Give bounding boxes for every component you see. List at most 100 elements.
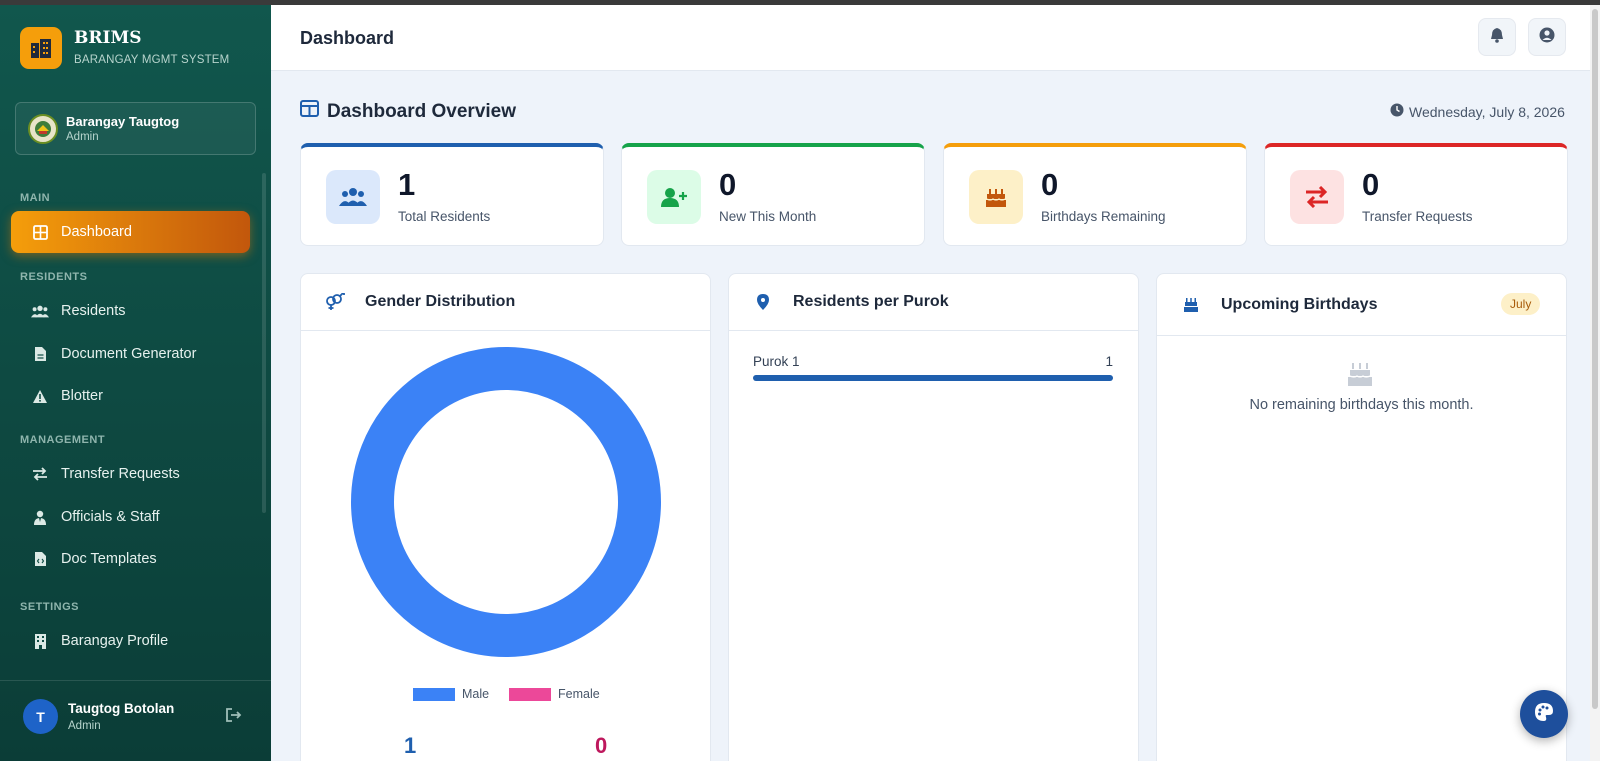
sidebar-item-label: Dashboard xyxy=(61,224,132,240)
stat-value: 0 xyxy=(719,167,737,202)
gender-distribution-panel: Gender Distribution Male Female 1 0 xyxy=(300,273,711,761)
legend-male[interactable]: Male xyxy=(413,687,489,701)
sidebar-item-label: Residents xyxy=(61,303,126,319)
sidebar-item-doc-templates[interactable]: Doc Templates xyxy=(11,538,250,580)
female-count: 0 xyxy=(595,733,608,758)
notifications-button[interactable] xyxy=(1478,18,1516,56)
overview-date: Wednesday, July 8, 2026 xyxy=(1390,103,1565,120)
nav-section-residents: RESIDENTS xyxy=(20,271,88,283)
theme-palette-button[interactable] xyxy=(1520,690,1568,738)
date-text: Wednesday, July 8, 2026 xyxy=(1409,103,1565,120)
user-role: Admin xyxy=(68,720,101,732)
org-card[interactable]: Barangay Taugtog Admin xyxy=(15,102,256,155)
stat-card-birthdays-remaining[interactable]: 0 Birthdays Remaining xyxy=(943,143,1247,246)
sidebar-item-barangay-profile[interactable]: Barangay Profile xyxy=(11,620,250,662)
nav-section-main: MAIN xyxy=(20,192,51,204)
grid-icon xyxy=(31,223,49,241)
users-icon xyxy=(31,302,49,320)
users-icon xyxy=(326,170,380,224)
scrollbar-thumb[interactable] xyxy=(1592,9,1598,709)
avatar[interactable]: T xyxy=(23,699,58,734)
gender-donut-chart xyxy=(351,347,661,657)
grid-icon xyxy=(300,100,319,123)
sidebar-item-label: Document Generator xyxy=(61,346,197,362)
warning-icon xyxy=(31,387,49,405)
brand-title: BRIMS xyxy=(74,28,142,48)
page-scrollbar[interactable] xyxy=(1590,5,1600,761)
top-header: Dashboard xyxy=(271,5,1600,71)
legend-swatch-male xyxy=(413,687,455,701)
profile-button[interactable] xyxy=(1528,18,1566,56)
building-icon xyxy=(31,632,49,650)
sidebar-item-dashboard[interactable]: Dashboard xyxy=(11,211,250,253)
empty-state-text: No remaining birthdays this month. xyxy=(1249,397,1474,413)
sidebar-item-label: Transfer Requests xyxy=(61,466,180,482)
stat-card-new-this-month[interactable]: 0 New This Month xyxy=(621,143,925,246)
clock-icon xyxy=(1390,103,1404,120)
logout-icon[interactable] xyxy=(225,707,245,727)
stat-card-total-residents[interactable]: 1 Total Residents xyxy=(300,143,604,246)
sidebar: BRIMS BARANGAY MGMT SYSTEM Barangay Taug… xyxy=(0,5,271,761)
purok-count: 1 xyxy=(1105,354,1113,369)
user-tie-icon xyxy=(31,508,49,526)
purok-row[interactable]: Purok 1 1 xyxy=(753,354,1113,381)
cake-icon xyxy=(969,170,1023,224)
sidebar-item-transfer-requests[interactable]: Transfer Requests xyxy=(11,453,250,495)
sidebar-item-label: Blotter xyxy=(61,388,103,404)
panel-header: Gender Distribution xyxy=(301,274,710,331)
purok-name: Purok 1 xyxy=(753,354,800,369)
upcoming-birthdays-panel: Upcoming Birthdays July No remaining bir… xyxy=(1156,273,1567,761)
sidebar-user: T Taugtog Botolan Admin xyxy=(0,680,271,761)
sidebar-scrollbar[interactable] xyxy=(262,173,266,513)
panel-title: Residents per Purok xyxy=(793,293,949,310)
map-pin-icon xyxy=(753,292,773,312)
user-circle-icon xyxy=(1539,27,1555,48)
sidebar-item-label: Barangay Profile xyxy=(61,633,169,649)
palette-icon xyxy=(1534,702,1554,727)
panel-title: Upcoming Birthdays xyxy=(1221,295,1378,313)
nav-section-management: MANAGEMENT xyxy=(20,434,106,446)
residents-per-purok-panel: Residents per Purok Purok 1 1 xyxy=(728,273,1139,761)
legend-swatch-female xyxy=(509,687,551,701)
stat-value: 1 xyxy=(398,167,416,202)
panel-header: Residents per Purok xyxy=(729,274,1138,331)
purok-progress-fill xyxy=(753,375,1113,381)
seal-icon xyxy=(28,113,58,144)
file-icon xyxy=(31,345,49,363)
overview-title: Dashboard Overview xyxy=(327,100,517,122)
cake-icon xyxy=(1347,361,1373,392)
cake-icon xyxy=(1181,295,1201,315)
legend-label: Female xyxy=(558,687,600,701)
stat-value: 0 xyxy=(1041,167,1059,202)
sidebar-item-residents[interactable]: Residents xyxy=(11,290,250,332)
legend-female[interactable]: Female xyxy=(509,687,600,701)
donut-slice-male[interactable] xyxy=(351,347,661,657)
page-title: Dashboard xyxy=(300,28,395,48)
building-icon xyxy=(20,27,62,69)
user-name: Taugtog Botolan xyxy=(68,701,175,716)
legend-label: Male xyxy=(462,687,490,701)
sidebar-item-label: Doc Templates xyxy=(61,551,157,567)
org-name: Barangay Taugtog xyxy=(66,114,180,129)
transfer-icon xyxy=(1290,170,1344,224)
stat-card-transfer-requests[interactable]: 0 Transfer Requests xyxy=(1264,143,1568,246)
file-code-icon xyxy=(31,550,49,568)
user-plus-icon xyxy=(647,170,701,224)
purok-progress-bar xyxy=(753,375,1113,381)
overview-heading: Dashboard Overview xyxy=(300,100,516,123)
month-badge: July xyxy=(1501,293,1541,315)
brand[interactable]: BRIMS BARANGAY MGMT SYSTEM xyxy=(20,27,229,69)
brand-subtitle: BARANGAY MGMT SYSTEM xyxy=(74,54,230,66)
panel-title: Gender Distribution xyxy=(365,293,516,310)
male-count: 1 xyxy=(404,733,417,758)
stat-label: Total Residents xyxy=(398,209,491,224)
sidebar-item-officials-staff[interactable]: Officials & Staff xyxy=(11,496,250,538)
stat-value: 0 xyxy=(1362,167,1380,202)
bell-icon xyxy=(1490,27,1504,48)
sidebar-item-label: Officials & Staff xyxy=(61,509,160,525)
stat-label: Transfer Requests xyxy=(1362,209,1473,224)
transfer-icon xyxy=(31,465,49,483)
sidebar-item-document-generator[interactable]: Document Generator xyxy=(11,333,250,375)
stat-label: New This Month xyxy=(719,209,817,224)
sidebar-item-blotter[interactable]: Blotter xyxy=(11,375,250,417)
